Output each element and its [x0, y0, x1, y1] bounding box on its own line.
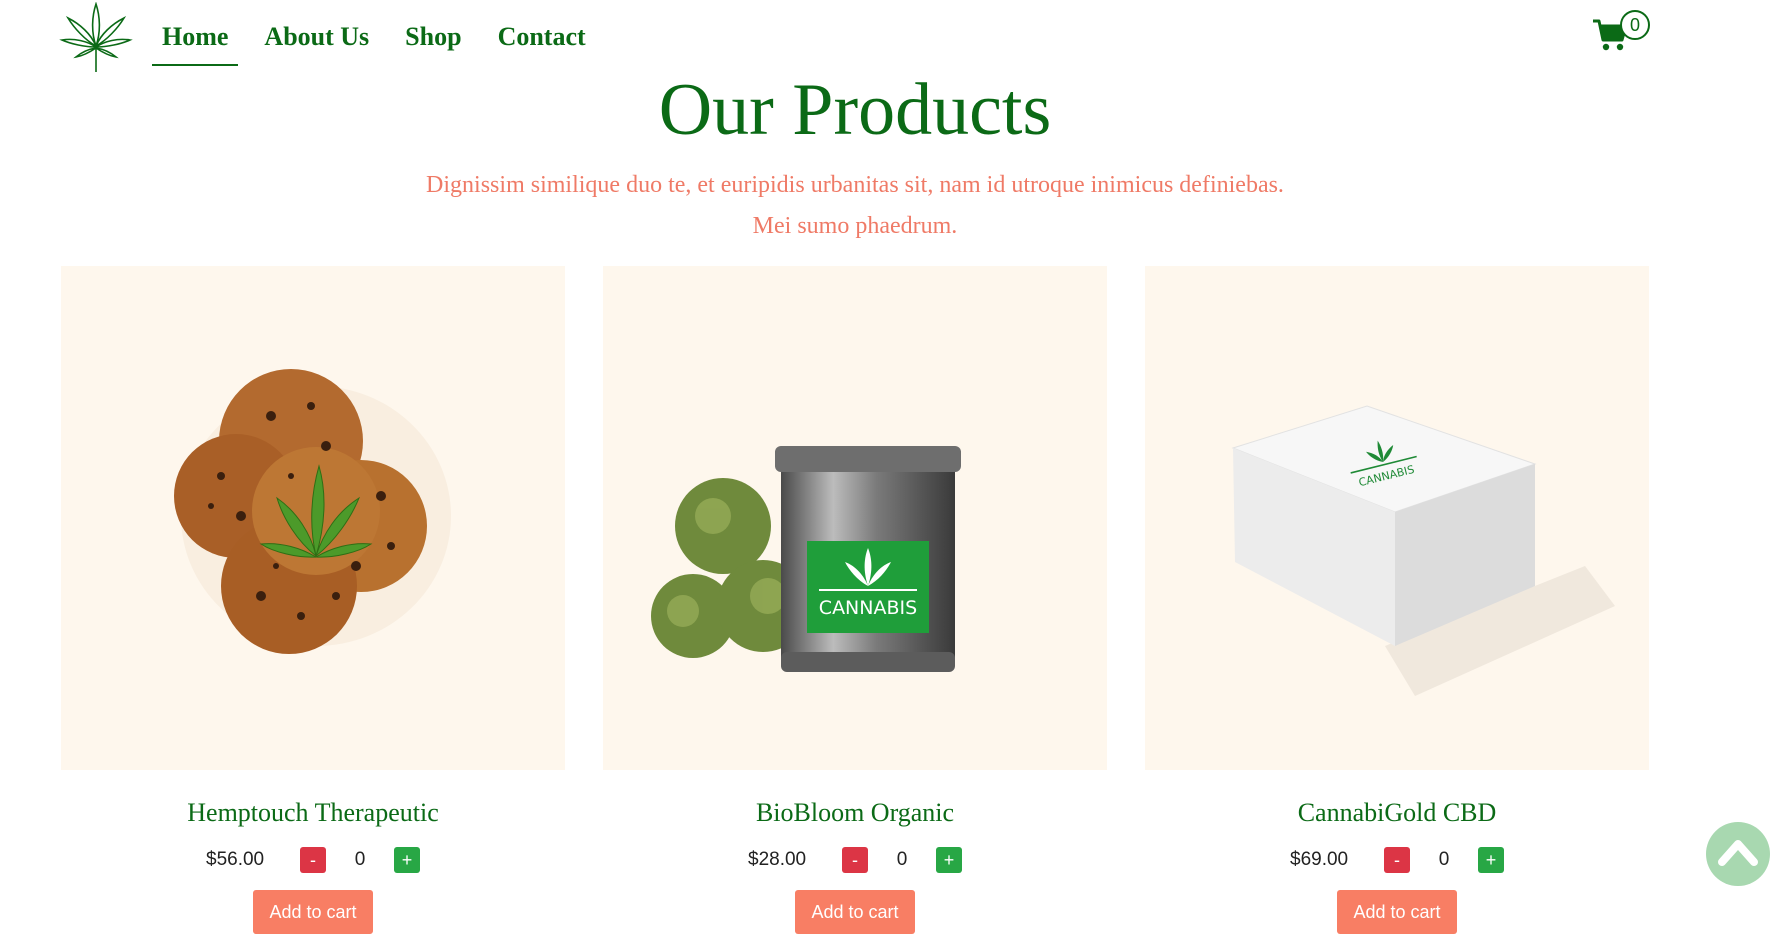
quantity-value: 0 — [896, 849, 908, 870]
page-title: Our Products — [658, 69, 1052, 151]
nav-home[interactable]: Home — [152, 22, 239, 66]
product-price: $69.00 — [1290, 849, 1349, 870]
add-to-cart-button[interactable]: Add to cart — [795, 890, 915, 934]
nav-about-us[interactable]: About Us — [254, 22, 379, 66]
cookies-image — [174, 369, 451, 654]
can-label-text: CANNABIS — [819, 597, 917, 619]
nav-contact[interactable]: Contact — [488, 22, 596, 66]
increase-qty-button[interactable]: + — [1478, 847, 1504, 873]
quantity-row: $69.00 - 0 + — [1145, 846, 1649, 874]
product-image-cookies[interactable] — [61, 266, 565, 770]
tin-can-image: CANNABIS — [651, 446, 961, 672]
product-card: CANNABIS BioBloom Organic $28.00 - 0 + A… — [603, 266, 1107, 934]
page-subtitle: Dignissim similique duo te, et euripidis… — [426, 172, 1284, 239]
product-price: $56.00 — [206, 849, 265, 870]
quantity-value: 0 — [354, 849, 366, 870]
quantity-row: $28.00 - 0 + — [603, 846, 1107, 874]
product-name: CannabiGold CBD — [1297, 798, 1497, 827]
chevron-up-icon — [1718, 840, 1758, 866]
nav-shop[interactable]: Shop — [395, 22, 471, 66]
product-grid: Hemptouch Therapeutic $56.00 - 0 + Add t… — [61, 266, 1649, 934]
quantity-row: $56.00 - 0 + — [61, 846, 565, 874]
brand-logo[interactable] — [58, 1, 134, 78]
product-name: Hemptouch Therapeutic — [187, 798, 439, 827]
decrease-qty-button[interactable]: - — [1384, 847, 1410, 873]
product-image-tin[interactable]: CANNABIS — [603, 266, 1107, 770]
product-name: BioBloom Organic — [755, 798, 955, 827]
product-card: CANNABIS CannabiGold CBD $69.00 - 0 + Ad… — [1145, 266, 1649, 934]
decrease-qty-button[interactable]: - — [842, 847, 868, 873]
white-box-image: CANNABIS — [1231, 405, 1615, 696]
main-nav: Home About Us Shop Contact — [152, 22, 612, 66]
increase-qty-button[interactable]: + — [936, 847, 962, 873]
product-price: $28.00 — [748, 849, 807, 870]
add-to-cart-button[interactable]: Add to cart — [253, 890, 373, 934]
decrease-qty-button[interactable]: - — [300, 847, 326, 873]
product-image-box[interactable]: CANNABIS — [1145, 266, 1649, 770]
cart-count-badge: 0 — [1620, 10, 1650, 40]
product-card: Hemptouch Therapeutic $56.00 - 0 + Add t… — [61, 266, 565, 934]
quantity-value: 0 — [1438, 849, 1450, 870]
cart-button[interactable]: 0 — [1592, 10, 1652, 60]
cannabis-leaf-logo-icon — [59, 1, 133, 72]
add-to-cart-button[interactable]: Add to cart — [1337, 890, 1457, 934]
scroll-to-top-button[interactable] — [1706, 822, 1770, 886]
increase-qty-button[interactable]: + — [394, 847, 420, 873]
